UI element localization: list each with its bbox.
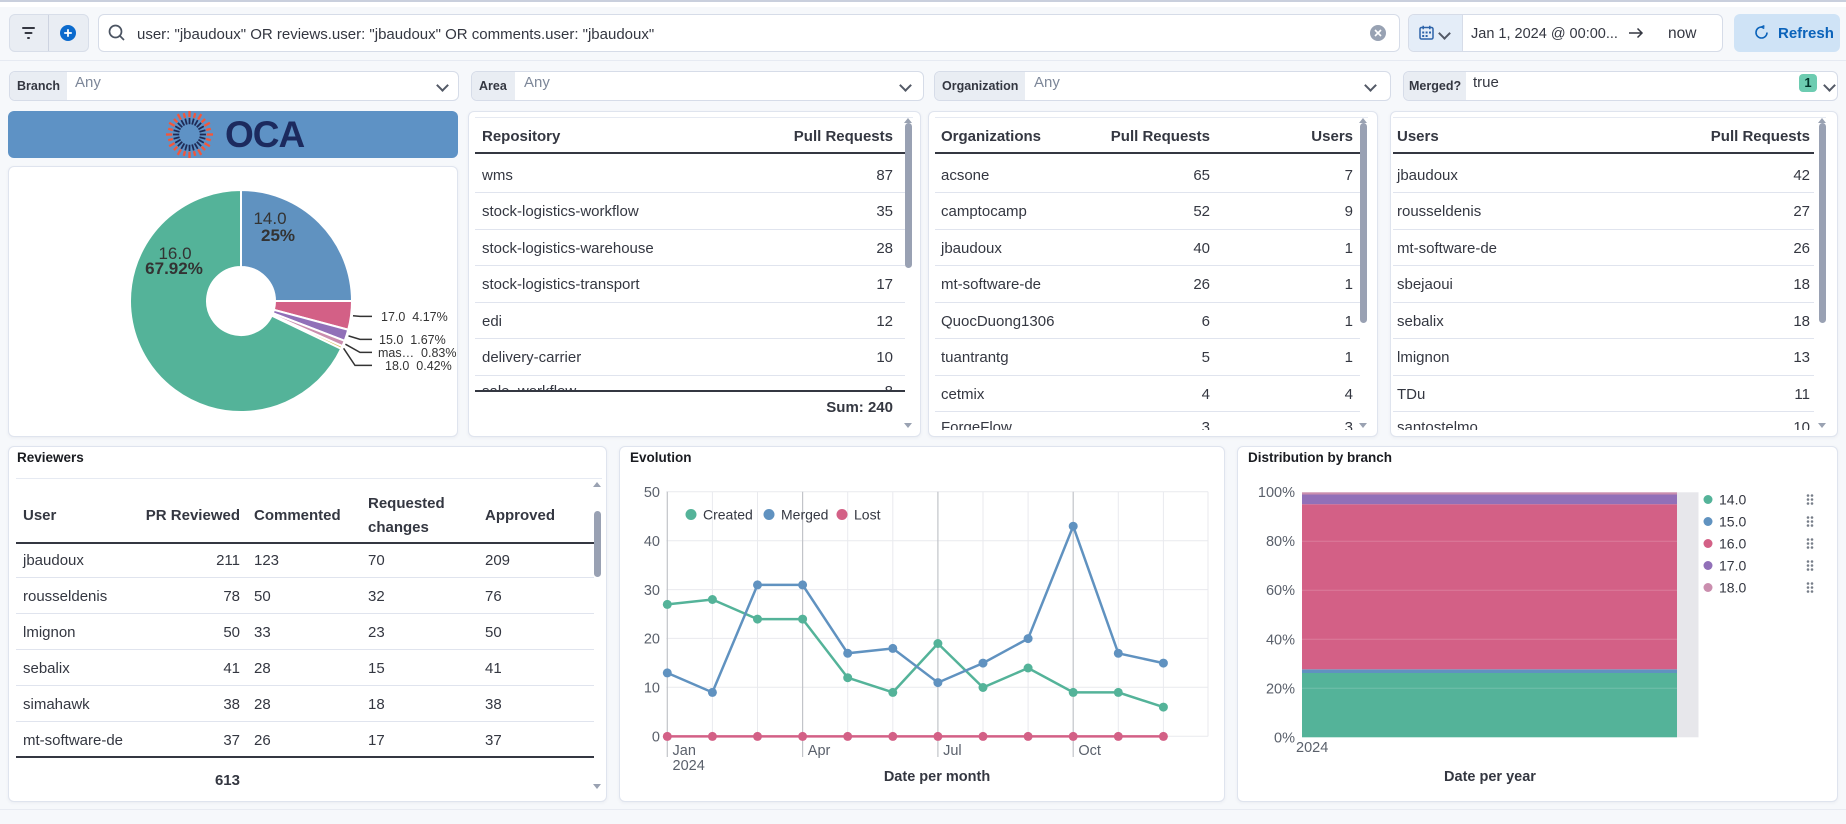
svg-text:mas… 0.83%: mas… 0.83% — [378, 346, 457, 360]
svg-text:Created: Created — [703, 507, 753, 523]
svg-text:20: 20 — [644, 632, 660, 648]
svg-text:2024: 2024 — [1296, 740, 1328, 756]
svg-text:16.0: 16.0 — [1719, 536, 1746, 552]
svg-text:17.0: 17.0 — [1719, 558, 1746, 574]
svg-text:Jan: Jan — [673, 743, 696, 759]
svg-text:67.92%: 67.92% — [145, 259, 203, 278]
svg-text:Jul: Jul — [943, 743, 962, 759]
svg-text:0%: 0% — [1274, 730, 1295, 746]
svg-text:40: 40 — [644, 534, 660, 550]
svg-text:0: 0 — [652, 729, 660, 745]
svg-text:Apr: Apr — [808, 743, 831, 759]
svg-text:15.0: 15.0 — [1719, 514, 1746, 530]
svg-text:25%: 25% — [261, 226, 295, 245]
svg-text:Oct: Oct — [1078, 743, 1101, 759]
svg-text:Lost: Lost — [854, 507, 881, 523]
svg-text:18.0: 18.0 — [1719, 580, 1746, 596]
svg-text:100%: 100% — [1258, 485, 1295, 501]
svg-text:10: 10 — [644, 681, 660, 697]
svg-text:Date per month: Date per month — [884, 769, 990, 785]
svg-text:2024: 2024 — [673, 758, 705, 774]
svg-text:15.0 1.67%: 15.0 1.67% — [379, 333, 446, 347]
svg-text:30: 30 — [644, 583, 660, 599]
svg-text:Merged: Merged — [781, 507, 828, 523]
svg-text:50: 50 — [644, 485, 660, 501]
svg-text:18.0 0.42%: 18.0 0.42% — [385, 359, 452, 373]
svg-text:17.0 4.17%: 17.0 4.17% — [381, 310, 448, 324]
svg-text:40%: 40% — [1266, 632, 1295, 648]
svg-text:14.0: 14.0 — [1719, 492, 1746, 508]
svg-text:80%: 80% — [1266, 534, 1295, 550]
svg-text:Date per year: Date per year — [1444, 769, 1536, 785]
svg-text:20%: 20% — [1266, 681, 1295, 697]
svg-text:60%: 60% — [1266, 583, 1295, 599]
